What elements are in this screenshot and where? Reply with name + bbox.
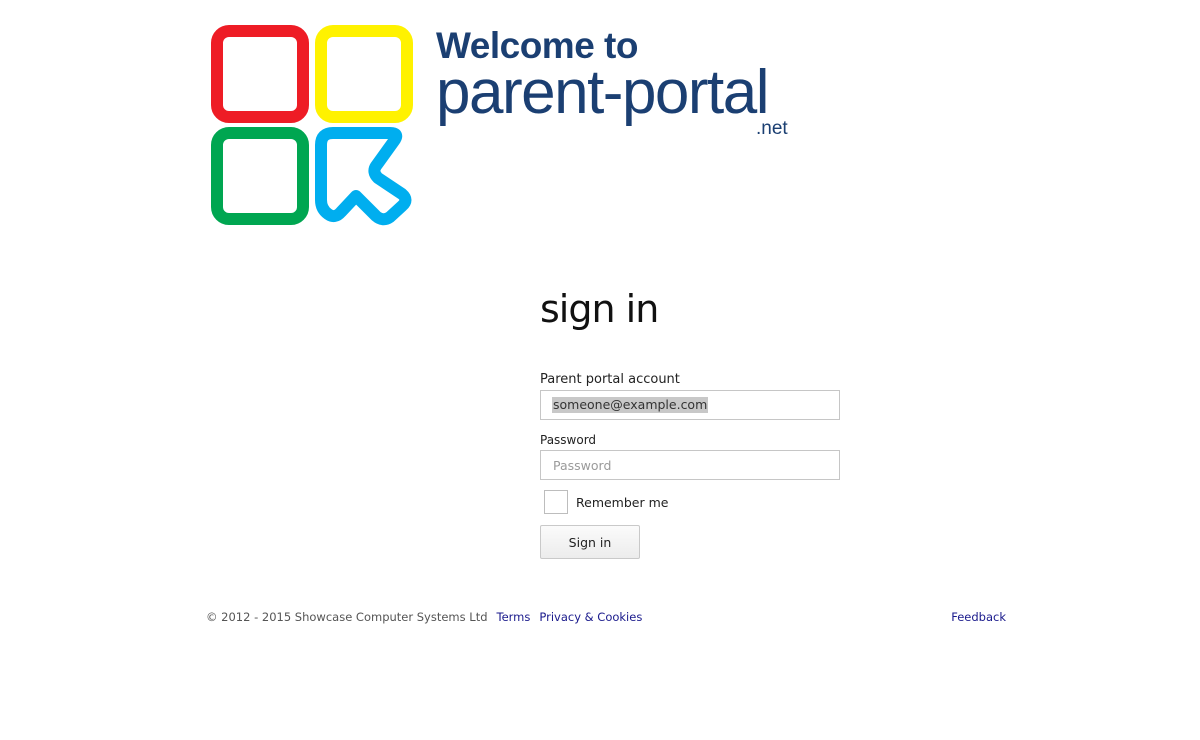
sign-in-page: Welcome to parent-portal .net sign in Pa…: [0, 0, 1200, 740]
logo-wordmark: Welcome to parent-portal .net: [436, 24, 796, 144]
account-field-wrapper: someone@example.com: [540, 390, 840, 420]
logo-tld-text: .net: [756, 118, 788, 139]
sign-in-button[interactable]: Sign in: [540, 525, 640, 559]
footer-copyright: © 2012 - 2015 Showcase Computer Systems …: [206, 610, 488, 624]
logo-yellow-square: [315, 25, 413, 123]
logo-green-square: [211, 127, 309, 225]
account-email-input[interactable]: [540, 390, 840, 420]
password-field-label: Password: [540, 433, 597, 447]
password-input[interactable]: [540, 450, 840, 480]
footer-terms-link[interactable]: Terms: [497, 610, 531, 624]
footer: © 2012 - 2015 Showcase Computer Systems …: [206, 608, 1006, 626]
sign-in-form: sign in Parent portal account someone@ex…: [540, 284, 860, 559]
logo-blue-shape: [315, 127, 412, 226]
logo-name-text: parent-portal: [436, 58, 770, 127]
remember-me-row: Remember me: [540, 489, 860, 515]
page-title: sign in: [540, 287, 659, 331]
remember-me-label[interactable]: Remember me: [576, 495, 668, 510]
logo-red-square: [211, 25, 309, 123]
account-field-label: Parent portal account: [540, 372, 680, 387]
remember-me-checkbox[interactable]: [544, 490, 568, 514]
footer-privacy-link[interactable]: Privacy & Cookies: [539, 610, 642, 624]
footer-feedback-link[interactable]: Feedback: [951, 608, 1006, 626]
parent-portal-logo-icon: [211, 25, 413, 226]
